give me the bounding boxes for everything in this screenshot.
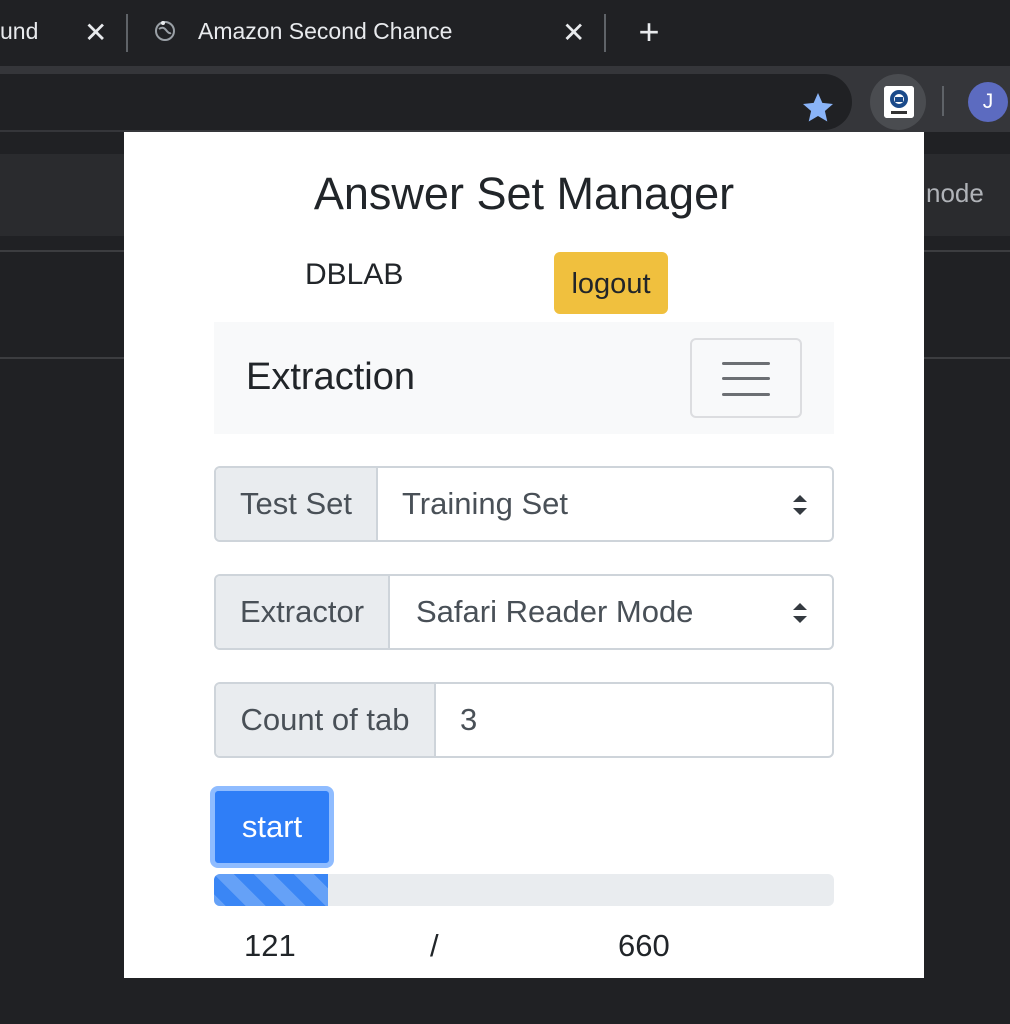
browser-tab-active[interactable]: Amazon Second Chance ✕ <box>130 0 606 66</box>
toolbar-divider <box>942 86 944 116</box>
select-arrows-icon <box>793 603 807 623</box>
start-button-label: start <box>215 791 329 863</box>
progress-bar <box>214 874 328 906</box>
tab-divider <box>604 14 606 52</box>
navbar-toggle-button[interactable] <box>690 338 802 418</box>
extractor-select[interactable]: Safari Reader Mode <box>390 576 832 648</box>
progress-separator: / <box>430 928 439 963</box>
test-set-value: Training Set <box>402 486 568 521</box>
progress-current: 121 <box>244 928 296 963</box>
tab-count-value: 3 <box>460 702 478 737</box>
start-button[interactable]: start <box>210 786 334 868</box>
extractor-group: Extractor Safari Reader Mode <box>214 574 834 650</box>
browser-toolbar <box>0 66 1010 132</box>
extractor-value: Safari Reader Mode <box>416 594 694 629</box>
star-icon[interactable] <box>800 90 836 126</box>
tab-title: und <box>0 18 39 44</box>
extractor-label: Extractor <box>216 576 390 648</box>
tab-count-input[interactable]: 3 <box>436 684 832 756</box>
navbar-brand[interactable]: Extraction <box>246 356 415 399</box>
address-bar[interactable] <box>0 74 852 130</box>
tab-strip: und ✕ Amazon Second Chance ✕ + <box>0 0 1010 66</box>
extension-popup: Answer Set Manager DBLAB logout Extracti… <box>124 132 924 978</box>
logout-button[interactable]: logout <box>554 252 668 314</box>
progress-track <box>214 874 834 906</box>
tab-count-label: Count of tab <box>216 684 436 756</box>
page-title: Answer Set Manager <box>313 168 735 219</box>
profile-avatar[interactable]: J <box>968 82 1008 122</box>
user-name: DBLAB <box>305 258 404 291</box>
test-set-label: Test Set <box>216 468 378 540</box>
close-tab-icon[interactable]: ✕ <box>84 19 107 47</box>
progress-total: 660 <box>618 928 670 963</box>
globe-icon <box>155 21 175 41</box>
hamburger-icon <box>722 362 770 396</box>
select-arrows-icon <box>793 495 807 515</box>
new-tab-button[interactable]: + <box>630 14 668 52</box>
dblab-extension-icon[interactable] <box>884 86 914 118</box>
background-page-text: node <box>926 178 984 208</box>
browser-tab[interactable]: und ✕ <box>0 0 120 66</box>
test-set-group: Test Set Training Set <box>214 466 834 542</box>
tab-count-group: Count of tab 3 <box>214 682 834 758</box>
tab-title: Amazon Second Chance <box>198 18 453 44</box>
tab-divider <box>126 14 128 52</box>
navbar: Extraction <box>214 322 834 434</box>
test-set-select[interactable]: Training Set <box>378 468 832 540</box>
close-tab-icon[interactable]: ✕ <box>562 19 585 47</box>
